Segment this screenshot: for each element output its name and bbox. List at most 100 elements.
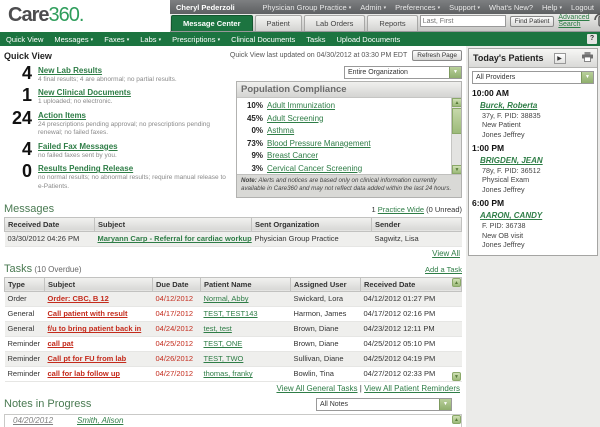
- stat-link[interactable]: Results Pending Release: [38, 164, 133, 173]
- top-menu-item-label: Help: [542, 2, 558, 12]
- advanced-search-link[interactable]: Advanced Search: [558, 14, 589, 28]
- nav-item[interactable]: Faxes ▾: [104, 35, 129, 44]
- population-item: 0% Asthma: [241, 126, 447, 135]
- stat-count: 1: [21, 85, 32, 106]
- messages-column-header[interactable]: Sender: [371, 216, 462, 232]
- tasks-scroll-down-icon[interactable]: ▼: [452, 371, 461, 381]
- tasks-column-header[interactable]: Received Date: [360, 276, 462, 292]
- tasks-column-header[interactable]: Subject: [44, 276, 153, 292]
- task-patient-link[interactable]: TEST, TEST143: [204, 309, 258, 318]
- appointment-patient-link[interactable]: Burck, Roberta: [480, 101, 594, 110]
- top-menu-item-label: Logout: [571, 2, 594, 12]
- notes-scroll-up-icon[interactable]: ▲: [452, 414, 461, 424]
- appointment-patient-link[interactable]: BRIGDEN, JEAN: [480, 156, 594, 165]
- population-measure-link[interactable]: Adult Immunization: [267, 101, 335, 110]
- tasks-column-header[interactable]: Patient Name: [200, 276, 291, 292]
- task-subject-link[interactable]: f/u to bring patient back in: [48, 324, 142, 333]
- mobile-phone-icon[interactable]: [593, 13, 600, 29]
- task-patient-link[interactable]: test, test: [204, 324, 232, 333]
- help-icon[interactable]: ?: [587, 34, 597, 44]
- tab-patient[interactable]: Patient: [254, 15, 302, 31]
- top-menu-item[interactable]: Physician Group Practice ▾: [262, 3, 351, 12]
- scroll-up-icon[interactable]: ▲: [452, 98, 461, 107]
- task-row: General f/u to bring patient back in 04/…: [4, 321, 462, 337]
- nav-item[interactable]: Prescriptions ▾: [172, 35, 220, 44]
- tasks-scroll-up-icon[interactable]: ▲: [452, 277, 461, 287]
- task-subject-link[interactable]: Call pt for FU from lab: [48, 354, 127, 363]
- messages-column-header[interactable]: Subject: [94, 216, 252, 232]
- tab-reports[interactable]: Reports: [367, 15, 418, 31]
- nav-item-label: Clinical Documents: [231, 34, 296, 44]
- task-type: General: [4, 306, 45, 322]
- population-compliance-column: Entire Organization ▼ Population Complia…: [236, 66, 462, 198]
- provider-dropdown[interactable]: All Providers ▼: [472, 71, 594, 84]
- collapse-arrow-icon[interactable]: ▶: [553, 52, 566, 64]
- population-scrollbar[interactable]: ▲ ▼: [451, 98, 461, 174]
- practice-wide-link[interactable]: Practice Wide: [378, 205, 424, 214]
- top-menu-item[interactable]: Preferences ▾: [395, 3, 440, 12]
- tasks-column-header[interactable]: Due Date: [152, 276, 201, 292]
- population-measure-link[interactable]: Adult Screening: [267, 114, 323, 123]
- population-measure-link[interactable]: Asthma: [267, 126, 294, 135]
- task-subject-link[interactable]: call for lab follow up: [48, 369, 121, 378]
- population-measure-link[interactable]: Breast Cancer: [267, 151, 318, 160]
- notes-filter-dropdown[interactable]: All Notes ▼: [316, 397, 452, 411]
- add-task-link[interactable]: Add a Task: [425, 265, 462, 274]
- appointment-provider: Jones Jeffrey: [482, 129, 525, 139]
- task-type: Reminder: [4, 351, 45, 367]
- current-user-name: Cheryl Pederzoli: [176, 2, 235, 12]
- message-subject-link[interactable]: Maryann Carp - Referral for cardiac work…: [98, 234, 252, 243]
- top-menu-item[interactable]: Admin ▾: [360, 3, 386, 12]
- top-menu-item[interactable]: What's New?: [489, 3, 533, 12]
- refresh-page-button[interactable]: Refresh Page: [412, 50, 462, 61]
- page-content: Quick View Quick View last updated on 04…: [0, 46, 600, 427]
- population-measure-link[interactable]: Cervical Cancer Screening: [267, 164, 362, 173]
- stat-link[interactable]: Action Items: [38, 111, 86, 120]
- nav-item[interactable]: Labs ▾: [140, 35, 161, 44]
- task-due-date: 04/27/2012: [152, 366, 201, 382]
- scrollbar-thumb[interactable]: [452, 108, 461, 134]
- nav-item[interactable]: Quick View: [6, 35, 43, 44]
- task-due-date: 04/24/2012: [152, 321, 201, 337]
- tab-lab-orders[interactable]: Lab Orders: [303, 15, 366, 31]
- stat-detail: 4 final results; 4 are abnormal; no part…: [38, 76, 177, 83]
- messages-view-all-link[interactable]: View All: [432, 249, 460, 258]
- task-patient-link[interactable]: TEST, TWO: [204, 354, 244, 363]
- appointment: 10:00 AM Burck, Roberta 37y, F. PID: 388…: [472, 88, 594, 139]
- stat-link[interactable]: New Clinical Documents: [38, 88, 131, 97]
- task-subject-link[interactable]: call pat: [48, 339, 74, 348]
- task-patient-link[interactable]: TEST, ONE: [204, 339, 243, 348]
- top-menu-item[interactable]: Help ▾: [542, 3, 562, 12]
- appointment-reason: Physical Exam: [482, 175, 530, 185]
- view-all-patient-reminders-link[interactable]: View All Patient Reminders: [364, 384, 460, 393]
- task-patient-link[interactable]: thomas, franky: [204, 369, 253, 378]
- task-patient-link[interactable]: Normal, Abby: [204, 294, 249, 303]
- messages-column-header[interactable]: Received Date: [4, 216, 95, 232]
- stat-count: 24: [11, 107, 32, 128]
- appointment: 6:00 PM AARON, CANDY F. PID: 36738 New O…: [472, 198, 594, 249]
- nav-item[interactable]: Messages ▾: [54, 35, 93, 44]
- top-menu-item[interactable]: Support ▾: [449, 3, 480, 12]
- print-icon[interactable]: [582, 52, 593, 64]
- nav-item[interactable]: Upload Documents: [336, 35, 400, 44]
- population-measure-link[interactable]: Blood Pressure Management: [267, 139, 371, 148]
- appointment-patient-link[interactable]: AARON, CANDY: [480, 211, 594, 220]
- patient-search-input[interactable]: [419, 15, 506, 27]
- organization-dropdown[interactable]: Entire Organization ▼: [344, 66, 462, 79]
- find-patient-button[interactable]: Find Patient: [509, 15, 555, 27]
- task-subject-link[interactable]: Order: CBC, B 12: [48, 294, 109, 303]
- note-date-link[interactable]: 04/20/2012: [13, 416, 53, 425]
- tab-message-center[interactable]: Message Center: [171, 15, 253, 31]
- tasks-column-header[interactable]: Type: [4, 276, 45, 292]
- nav-item[interactable]: Clinical Documents: [231, 35, 295, 44]
- top-menu-item[interactable]: Logout: [571, 3, 594, 12]
- stat-link[interactable]: New Lab Results: [38, 66, 102, 75]
- task-subject-link[interactable]: Call patient with result: [48, 309, 128, 318]
- scroll-down-icon[interactable]: ▼: [452, 165, 461, 174]
- view-all-general-tasks-link[interactable]: View All General Tasks: [276, 384, 357, 393]
- stat-link[interactable]: Failed Fax Messages: [38, 142, 118, 151]
- nav-item[interactable]: Tasks: [306, 35, 325, 44]
- note-patient-link[interactable]: Smith, Alison: [77, 416, 123, 425]
- tasks-column-header[interactable]: Assigned User: [290, 276, 361, 292]
- messages-column-header[interactable]: Sent Organization: [251, 216, 372, 232]
